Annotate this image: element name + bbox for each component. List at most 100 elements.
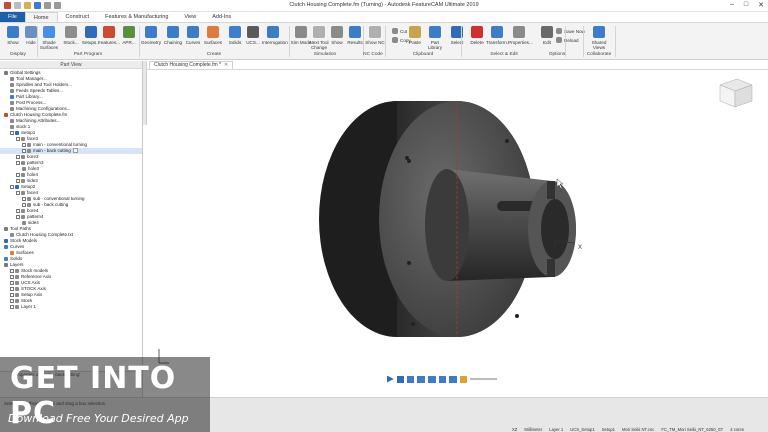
- interrogation-button[interactable]: Interrogation: [262, 25, 288, 51]
- surfaces-button[interactable]: Surfaces: [202, 25, 224, 51]
- shade-surfaces-button[interactable]: Shade Surfaces: [38, 25, 60, 51]
- checkbox[interactable]: [10, 280, 14, 285]
- tree-item-label: Setup2: [21, 184, 36, 189]
- tree-item-label: pattern4: [27, 214, 44, 219]
- surfaces-icon: [207, 26, 219, 38]
- show-nc-button[interactable]: Show NC: [364, 25, 386, 51]
- simulation-toolbar: [387, 375, 498, 383]
- tree-node-icon: [21, 214, 25, 219]
- checkbox[interactable]: [10, 268, 14, 273]
- sim-rewind-icon[interactable]: [417, 375, 425, 383]
- checkbox[interactable]: [16, 178, 20, 183]
- apr-button[interactable]: APR...: [118, 25, 140, 51]
- ribbon-separator: [615, 26, 616, 57]
- checkbox[interactable]: [22, 142, 26, 147]
- minimize-button[interactable]: –: [730, 1, 734, 9]
- tree-item-label: Post Process...: [16, 100, 47, 105]
- copy-button[interactable]: Copy: [392, 36, 422, 44]
- stock-button[interactable]: Stock...: [60, 25, 82, 51]
- checkbox[interactable]: [22, 202, 26, 207]
- tree-item-label: Layers: [10, 262, 24, 267]
- reload-button[interactable]: Reload: [556, 36, 586, 44]
- sim-forward-icon[interactable]: [438, 375, 447, 383]
- checkbox[interactable]: [10, 292, 14, 297]
- sim-end-icon[interactable]: [449, 375, 458, 383]
- curves-button[interactable]: Curves: [182, 25, 204, 51]
- checkbox[interactable]: [10, 274, 14, 279]
- tab-features-manufacturing[interactable]: Features & Manufacturing: [97, 12, 176, 22]
- part-library-button[interactable]: Part Library: [424, 25, 446, 51]
- checkbox[interactable]: [16, 214, 20, 219]
- tree-node-icon: [4, 262, 8, 267]
- checkbox[interactable]: [10, 184, 14, 189]
- checkbox[interactable]: [16, 190, 20, 195]
- tree-node-icon: [10, 76, 14, 81]
- transform-button[interactable]: Transform...: [486, 25, 511, 51]
- checkbox[interactable]: [10, 286, 14, 291]
- tree-item-label: Spindles and Tool Holders...: [16, 82, 72, 87]
- sim-play-icon[interactable]: [387, 375, 394, 383]
- geometry-button[interactable]: Geometry: [140, 25, 162, 51]
- ribbon-button-label: Select: [450, 40, 464, 45]
- maximize-button[interactable]: □: [744, 1, 748, 9]
- cut-button[interactable]: Cut: [392, 27, 422, 35]
- tree-node-icon: [27, 196, 31, 201]
- sim-step-icon[interactable]: [428, 375, 436, 383]
- tree-item-label: Setup Axis: [21, 292, 43, 297]
- checkbox[interactable]: [22, 148, 26, 153]
- ribbon: Show Hide Shade Surfaces Stock... Setups... F…: [0, 23, 768, 60]
- tree-node-icon: [15, 298, 19, 303]
- ribbon-button-label: Surfaces: [203, 40, 223, 45]
- ribbon-group-label: Simulation: [313, 52, 337, 57]
- ribbon-button-label: Stock...: [63, 40, 79, 45]
- ucs-button[interactable]: UCS...: [242, 25, 264, 51]
- select-button[interactable]: Select: [446, 25, 468, 51]
- checkbox[interactable]: [10, 298, 14, 303]
- chevron-down-icon[interactable]: [72, 148, 78, 154]
- tree-node-icon: [27, 148, 31, 153]
- ribbon-button-label: Chaining: [163, 40, 183, 45]
- checkbox[interactable]: [10, 130, 14, 135]
- tree-item-label: Layer 1: [21, 304, 37, 309]
- save-now-button[interactable]: Save Now: [556, 27, 586, 35]
- tab-add-ins[interactable]: Add-Ins: [204, 12, 239, 22]
- checkbox[interactable]: [22, 196, 26, 201]
- tree-item-label: side4: [28, 220, 39, 225]
- properties-button[interactable]: Properties...: [508, 25, 533, 51]
- features-button[interactable]: Features...: [98, 25, 120, 51]
- tree-item-label: side3: [27, 178, 38, 183]
- close-button[interactable]: ✕: [758, 1, 764, 9]
- tree-item-label: Global Settings: [10, 70, 41, 75]
- part-tree: Global Settings Tool Manager... Spindles a…: [0, 70, 142, 310]
- delete-button[interactable]: Delete: [466, 25, 488, 51]
- checkbox[interactable]: [16, 208, 20, 213]
- part-view-panel: Part View Global Settings Tool Manager...…: [0, 61, 143, 371]
- tree-item-label: Machining Configurations...: [16, 106, 71, 111]
- sim-tool-icon[interactable]: [460, 375, 467, 383]
- tab-view[interactable]: View: [176, 12, 204, 22]
- sim-step-back-icon[interactable]: [406, 375, 415, 383]
- tree-node-icon: [10, 118, 14, 123]
- graphics-viewport[interactable]: Clutch Housing Complete.fm * ✕ X: [147, 61, 768, 397]
- tab-home[interactable]: Home: [24, 12, 58, 22]
- tree-node-icon: [4, 112, 8, 117]
- view-cube[interactable]: [719, 78, 753, 108]
- sim-speed-slider[interactable]: [469, 378, 498, 380]
- checkbox[interactable]: [16, 172, 20, 177]
- tree-item-label: hole3: [28, 166, 40, 171]
- ribbon-button-label: Interrogation: [262, 40, 288, 45]
- checkbox[interactable]: [10, 304, 14, 309]
- transform-icon: [491, 26, 503, 38]
- tab-file[interactable]: File: [0, 12, 25, 22]
- chaining-button[interactable]: Chaining: [162, 25, 184, 51]
- checkbox[interactable]: [16, 160, 20, 165]
- part-model-svg[interactable]: X: [147, 61, 768, 397]
- edit-button[interactable]: Edit: [536, 25, 558, 51]
- shared-views-button[interactable]: Shared Views: [588, 25, 610, 51]
- checkbox[interactable]: [16, 136, 20, 141]
- tree-item[interactable]: Layer 1: [0, 304, 142, 310]
- curves-icon: [187, 26, 199, 38]
- sim-stop-icon[interactable]: [396, 375, 404, 383]
- checkbox[interactable]: [16, 154, 20, 159]
- tab-construct[interactable]: Construct: [58, 12, 98, 22]
